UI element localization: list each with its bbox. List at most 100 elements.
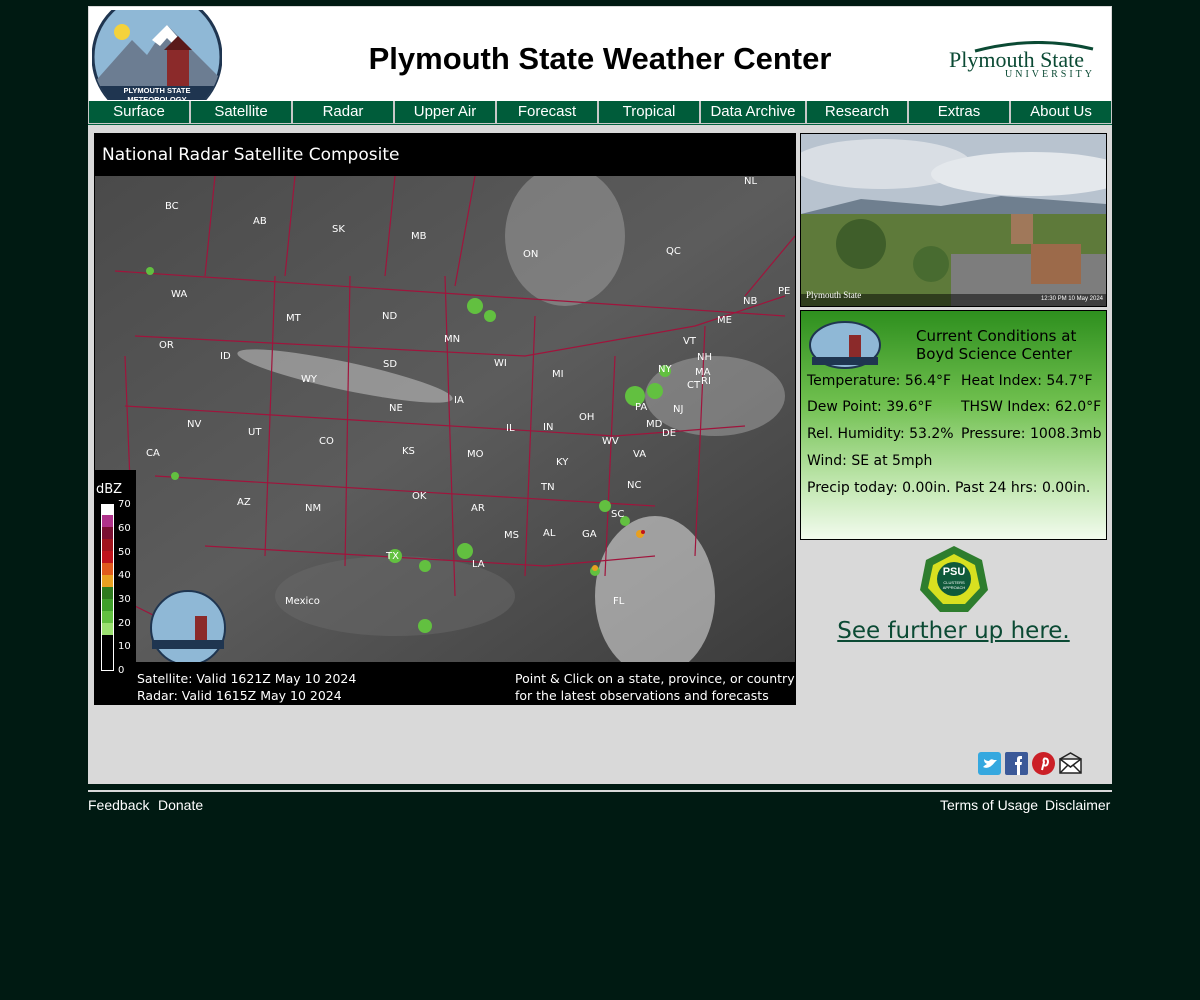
facebook-icon[interactable] (1005, 752, 1028, 775)
region-qc[interactable]: QC (666, 246, 681, 257)
radar-map[interactable]: BC AB SK MB ON QC NL NB PE WA MT ND MN M… (95, 176, 795, 662)
region-oh[interactable]: OH (579, 412, 594, 423)
region-mn[interactable]: MN (444, 334, 460, 345)
region-in[interactable]: IN (543, 422, 553, 433)
region-nh[interactable]: NH (697, 352, 712, 363)
nav-data-archive[interactable]: Data Archive (700, 101, 806, 124)
region-ut[interactable]: UT (248, 427, 262, 438)
region-on[interactable]: ON (523, 249, 538, 260)
region-de[interactable]: DE (662, 428, 676, 439)
nav-research[interactable]: Research (806, 101, 908, 124)
region-ia[interactable]: IA (454, 395, 464, 406)
region-ar[interactable]: AR (471, 503, 485, 514)
region-sd[interactable]: SD (383, 359, 397, 370)
region-mo[interactable]: MO (467, 449, 484, 460)
temperature: Temperature: 56.4°F (807, 373, 952, 389)
region-sc[interactable]: SC (611, 509, 624, 520)
region-ok[interactable]: OK (412, 491, 427, 502)
region-ga[interactable]: GA (582, 529, 597, 540)
twitter-icon[interactable] (978, 752, 1001, 775)
region-md[interactable]: MD (646, 419, 663, 430)
nav-surface[interactable]: Surface (88, 101, 190, 124)
campus-webcam[interactable]: Plymouth State 12:30 PM 10 May 2024 (791, 133, 1131, 307)
region-bc[interactable]: BC (165, 201, 179, 212)
terms-link[interactable]: Terms of Usage (940, 797, 1038, 813)
region-id[interactable]: ID (220, 351, 231, 362)
badge-psu-text: PSU (942, 566, 966, 578)
region-mb[interactable]: MB (411, 231, 427, 242)
nav-satellite[interactable]: Satellite (190, 101, 292, 124)
main-nav: Surface Satellite Radar Upper Air Foreca… (88, 101, 1112, 125)
region-nc[interactable]: NC (627, 480, 641, 491)
region-ks[interactable]: KS (402, 446, 415, 457)
region-ky[interactable]: KY (556, 457, 569, 468)
heat-index: Heat Index: 54.7°F (961, 373, 1093, 389)
region-or[interactable]: OR (159, 340, 174, 351)
region-ct[interactable]: CT (687, 380, 701, 391)
clusters-badge-icon[interactable]: PSU CLUSTERS APPROACH (918, 544, 990, 616)
region-ne[interactable]: NE (389, 403, 403, 414)
nav-forecast[interactable]: Forecast (496, 101, 598, 124)
map-watermark-logo (150, 590, 226, 662)
legend-label-70: 70 (118, 499, 131, 510)
legend-label-10: 10 (118, 641, 131, 652)
dbz-legend: dBZ 70 60 50 40 30 20 10 0 (94, 470, 136, 680)
region-mexico[interactable]: Mexico (285, 596, 320, 607)
region-tx[interactable]: TX (385, 551, 399, 562)
region-ny[interactable]: NY (658, 364, 672, 375)
region-nj[interactable]: NJ (673, 404, 683, 415)
dew-point: Dew Point: 39.6°F (807, 399, 933, 415)
email-icon[interactable] (1059, 752, 1082, 775)
region-nl[interactable]: NL (744, 176, 757, 187)
click-instruction-2: for the latest observations and forecast… (515, 688, 769, 703)
region-al[interactable]: AL (543, 528, 556, 539)
region-ca[interactable]: CA (146, 448, 160, 459)
region-wa[interactable]: WA (171, 289, 187, 300)
nav-radar[interactable]: Radar (292, 101, 394, 124)
region-ms[interactable]: MS (504, 530, 519, 541)
region-nb[interactable]: NB (743, 296, 757, 307)
region-wi[interactable]: WI (494, 358, 507, 369)
region-sk[interactable]: SK (332, 224, 345, 235)
radar-title: National Radar Satellite Composite (102, 145, 400, 165)
region-pe[interactable]: PE (778, 286, 790, 297)
region-az[interactable]: AZ (237, 497, 251, 508)
site-header: PLYMOUTH STATE METEOROLOGY Plymouth Stat… (89, 0, 1111, 123)
region-wy[interactable]: WY (301, 374, 318, 385)
region-va[interactable]: VA (633, 449, 646, 460)
region-nd[interactable]: ND (382, 311, 397, 322)
legend-color-bar (101, 504, 114, 671)
nav-extras[interactable]: Extras (908, 101, 1010, 124)
region-la[interactable]: LA (472, 559, 485, 570)
legend-label-30: 30 (118, 594, 131, 605)
region-me[interactable]: ME (717, 315, 732, 326)
satellite-valid-time: Satellite: Valid 1621Z May 10 2024 (137, 671, 357, 686)
webcam-timestamp: 12:30 PM 10 May 2024 (1040, 296, 1103, 302)
feedback-link[interactable]: Feedback (88, 797, 149, 813)
region-nm[interactable]: NM (305, 503, 321, 514)
region-ab[interactable]: AB (253, 216, 267, 227)
university-sub: UNIVERSITY (1005, 69, 1095, 80)
region-il[interactable]: IL (506, 423, 515, 434)
region-mt[interactable]: MT (286, 313, 302, 324)
see-further-link[interactable]: See further up here. (800, 618, 1107, 644)
region-fl[interactable]: FL (613, 596, 625, 607)
region-wv[interactable]: WV (602, 436, 619, 447)
nav-tropical[interactable]: Tropical (598, 101, 700, 124)
region-nv[interactable]: NV (187, 419, 201, 430)
nav-upper-air[interactable]: Upper Air (394, 101, 496, 124)
region-tn[interactable]: TN (540, 482, 555, 493)
region-ri[interactable]: RI (701, 376, 711, 387)
region-co[interactable]: CO (319, 436, 334, 447)
region-pa[interactable]: PA (635, 402, 647, 413)
disclaimer-link[interactable]: Disclaimer (1045, 797, 1110, 813)
precipitation: Precip today: 0.00in. Past 24 hrs: 0.00i… (807, 480, 1091, 496)
region-mi[interactable]: MI (552, 369, 564, 380)
psu-university-logo[interactable]: Plymouth State UNIVERSITY (945, 41, 1095, 81)
nav-about-us[interactable]: About Us (1010, 101, 1112, 124)
legend-label-60: 60 (118, 523, 131, 534)
region-vt[interactable]: VT (683, 336, 697, 347)
donate-link[interactable]: Donate (158, 797, 203, 813)
radar-valid-time: Radar: Valid 1615Z May 10 2024 (137, 688, 342, 703)
pinterest-icon[interactable] (1032, 752, 1055, 775)
